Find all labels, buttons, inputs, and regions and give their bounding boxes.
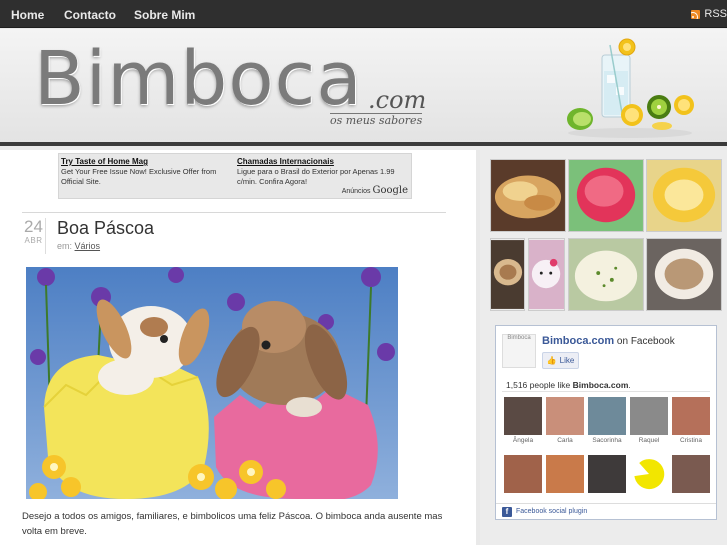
- ad-left-body: Get Your Free Issue Now! Exclusive Offer…: [61, 167, 217, 186]
- facebook-fan-count: 1,516 people like Bimboca.com.: [506, 380, 631, 390]
- fan-photo: [630, 397, 668, 435]
- post-title[interactable]: Boa Páscoa: [57, 218, 154, 239]
- thumb-yellow-cream[interactable]: [646, 159, 722, 232]
- nav-item-contacto[interactable]: Contacto: [64, 8, 116, 22]
- ad-right-body: Ligue para o Brasil do Exterior por Apen…: [237, 167, 395, 186]
- fan-photo: [672, 397, 710, 435]
- fan-photo: [504, 455, 542, 493]
- fan-photo: [630, 455, 668, 493]
- facebook-like-button[interactable]: 👍 Like: [542, 352, 579, 369]
- fan-photo: [504, 397, 542, 435]
- fan-avatar[interactable]: [672, 455, 710, 495]
- ad-footer-label: Anúncios: [341, 188, 371, 195]
- fan-avatar[interactable]: [630, 455, 668, 500]
- nav-item-home[interactable]: Home: [11, 8, 44, 22]
- thumbs-up-icon: 👍: [546, 356, 557, 365]
- ad-left-title[interactable]: Try Taste of Home Mag: [61, 157, 231, 167]
- rss-label: RSS: [704, 8, 727, 20]
- post-body: Desejo a todos os amigos, familiares, e …: [22, 511, 443, 537]
- facebook-avatar-text: Bimboca: [507, 335, 531, 341]
- post-date-day: 24: [24, 217, 43, 236]
- fan-avatar[interactable]: Carla: [546, 397, 584, 444]
- fan-photo: [672, 455, 710, 493]
- facebook-page-name[interactable]: Bimboca.com: [542, 335, 614, 347]
- fan-photo: [546, 397, 584, 435]
- site-header: Bimboca .com os meus sabores: [0, 29, 727, 146]
- facebook-page-avatar[interactable]: Bimboca: [502, 334, 536, 368]
- fan-avatar[interactable]: Cristina: [672, 397, 710, 444]
- ad-footer[interactable]: Anúncios Google: [342, 185, 408, 196]
- rss-icon: [691, 9, 701, 19]
- facebook-count-text: 1,516 people like: [506, 380, 571, 390]
- fan-avatar[interactable]: Raquel: [630, 397, 668, 444]
- post-divider: [22, 212, 446, 213]
- fan-photo: [588, 455, 626, 493]
- post-meta: em: Vários: [57, 241, 101, 251]
- fan-name: Raquel: [638, 437, 660, 444]
- thumb-hello-kitty[interactable]: [528, 238, 565, 311]
- site-logo[interactable]: Bimboca: [34, 42, 363, 116]
- facebook-divider: [502, 391, 710, 392]
- fan-photo: [546, 455, 584, 493]
- nav-item-sobre-mim[interactable]: Sobre Mim: [134, 8, 195, 22]
- facebook-plugin-label: Facebook social plugin: [516, 508, 588, 515]
- fan-avatar[interactable]: [504, 455, 542, 495]
- fan-avatar[interactable]: [588, 455, 626, 495]
- site-logo-suffix: .com: [368, 86, 427, 114]
- site-tagline: os meus sabores: [330, 113, 423, 127]
- post-category-prefix: em: [57, 241, 70, 251]
- top-nav-bar: Home Contacto Sobre Mim RSS: [0, 0, 727, 28]
- facebook-like-box: Bimboca Bimboca.com on Facebook 👍 Like 1…: [495, 325, 717, 520]
- thumb-herb-soup[interactable]: [568, 238, 644, 311]
- fan-name: Carla: [557, 437, 573, 444]
- post-date: 24 ABR: [22, 218, 46, 254]
- thumb-coffee-cup[interactable]: [646, 238, 722, 311]
- fan-name: Cristina: [679, 437, 703, 444]
- facebook-count-name: Bimboca.com: [572, 380, 629, 390]
- fan-name: Sacorinha: [592, 437, 622, 444]
- facebook-icon: f: [502, 506, 512, 517]
- lemonade-glass-illustration: [567, 38, 694, 138]
- fan-photo: [588, 397, 626, 435]
- ad-left[interactable]: Try Taste of Home Mag Get Your Free Issu…: [61, 157, 231, 187]
- sidebar: Bimboca Bimboca.com on Facebook 👍 Like 1…: [480, 150, 727, 545]
- adsense-banner[interactable]: Try Taste of Home Mag Get Your Free Issu…: [58, 153, 412, 199]
- rss-link[interactable]: RSS: [691, 8, 727, 20]
- facebook-like-label: Like: [559, 356, 575, 365]
- facebook-on-text: on Facebook: [616, 336, 675, 347]
- fan-avatar[interactable]: Ângela: [504, 397, 542, 444]
- post-category-link[interactable]: Vários: [75, 241, 101, 251]
- google-logo: Google: [372, 185, 408, 196]
- thumb-pastry[interactable]: [490, 159, 566, 232]
- main-content: Try Taste of Home Mag Get Your Free Issu…: [0, 150, 476, 545]
- easter-bunnies-image[interactable]: [26, 267, 398, 499]
- ad-right-title[interactable]: Chamadas Internacionais: [237, 157, 407, 167]
- facebook-plugin-footer[interactable]: f Facebook social plugin: [496, 503, 716, 519]
- fan-avatar[interactable]: Sacorinha: [588, 397, 626, 444]
- thumb-berry-drink[interactable]: [568, 159, 644, 232]
- fan-avatar[interactable]: [546, 455, 584, 495]
- post-date-month: ABR: [24, 236, 43, 245]
- facebook-page-title: Bimboca.com on Facebook: [542, 335, 675, 347]
- thumb-soup-bowl[interactable]: [490, 238, 525, 311]
- fan-name: Ângela: [512, 437, 534, 444]
- ad-right[interactable]: Chamadas Internacionais Ligue para o Bra…: [237, 157, 407, 187]
